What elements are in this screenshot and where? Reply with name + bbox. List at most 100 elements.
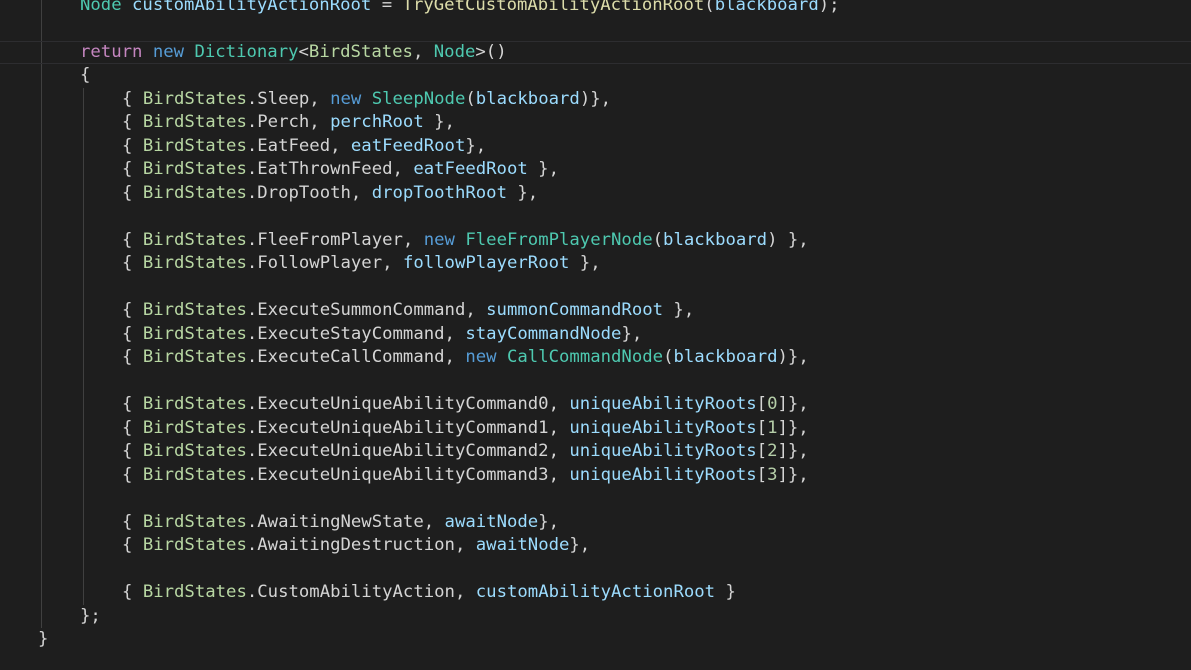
code-line[interactable]: { BirdStates.EatFeed, eatFeedRoot},	[0, 135, 1191, 159]
code-text: { BirdStates.ExecuteUniqueAbilityCommand…	[122, 440, 809, 464]
code-line[interactable]: { BirdStates.ExecuteUniqueAbilityCommand…	[0, 417, 1191, 441]
code-token: {	[122, 441, 143, 461]
code-line[interactable]: { BirdStates.Sleep, new SleepNode(blackb…	[0, 88, 1191, 112]
code-token: );	[818, 0, 840, 15]
code-text: { BirdStates.ExecuteUniqueAbilityCommand…	[122, 393, 809, 417]
code-token: BirdStates	[142, 135, 247, 156]
code-token: [	[756, 417, 768, 438]
code-token: )},	[579, 88, 612, 109]
code-line[interactable]	[0, 205, 1191, 229]
code-token: awaitNode	[444, 511, 539, 532]
code-token: [	[756, 441, 768, 461]
code-editor[interactable]: Node customAbilityActionRoot = TryGetCus…	[0, 0, 1191, 670]
code-line[interactable]: { BirdStates.EatThrownFeed, eatFeedRoot …	[0, 158, 1191, 182]
code-token: FleeFromPlayerNode	[465, 229, 653, 250]
code-line[interactable]: { BirdStates.ExecuteSummonCommand, summo…	[0, 299, 1191, 323]
code-token: [	[756, 394, 768, 414]
code-token: },	[569, 535, 591, 555]
code-token: .FleeFromPlayer,	[246, 229, 424, 250]
code-line[interactable]: { BirdStates.Perch, perchRoot },	[0, 111, 1191, 135]
code-token: TryGetCustomAbilityActionRoot	[402, 0, 705, 15]
code-token: BirdStates	[142, 182, 247, 203]
code-text: { BirdStates.EatThrownFeed, eatFeedRoot …	[122, 158, 559, 182]
code-line[interactable]	[0, 558, 1191, 582]
code-line[interactable]	[0, 487, 1191, 511]
code-line[interactable]: { BirdStates.FleeFromPlayer, new FleeFro…	[0, 229, 1191, 253]
code-token: {	[122, 112, 143, 132]
code-token: .CustomAbilityAction,	[246, 582, 476, 602]
code-text: { BirdStates.AwaitingNewState, awaitNode…	[122, 511, 559, 535]
code-token: .Perch,	[246, 112, 331, 132]
code-text: Node customAbilityActionRoot = TryGetCus…	[80, 0, 840, 17]
code-token: .FollowPlayer,	[246, 253, 403, 273]
code-line[interactable]	[0, 17, 1191, 41]
code-token: (	[663, 347, 674, 367]
code-token: ]},	[777, 417, 809, 438]
code-token: CallCommandNode	[506, 347, 664, 367]
code-token: .ExecuteUniqueAbilityCommand2,	[246, 441, 570, 461]
code-token: new	[152, 41, 185, 62]
code-text: { BirdStates.ExecuteUniqueAbilityCommand…	[122, 417, 809, 441]
code-text: { BirdStates.ExecuteStayCommand, stayCom…	[122, 323, 642, 347]
code-token: 1	[767, 417, 778, 438]
code-token: BirdStates	[142, 394, 247, 414]
code-text: { BirdStates.FollowPlayer, followPlayerR…	[122, 252, 601, 276]
code-token: },	[569, 253, 601, 273]
code-line[interactable]: { BirdStates.ExecuteUniqueAbilityCommand…	[0, 464, 1191, 488]
code-token: SleepNode	[371, 88, 466, 109]
code-token: BirdStates	[142, 300, 247, 320]
code-line[interactable]: { BirdStates.AwaitingDestruction, awaitN…	[0, 534, 1191, 558]
code-line[interactable]: { BirdStates.ExecuteStayCommand, stayCom…	[0, 323, 1191, 347]
code-line[interactable]: { BirdStates.ExecuteCallCommand, new Cal…	[0, 346, 1191, 370]
code-token: customAbilityActionRoot	[132, 0, 372, 15]
code-line[interactable]	[0, 276, 1191, 300]
code-token: (	[465, 88, 476, 109]
code-text: { BirdStates.ExecuteCallCommand, new Cal…	[122, 346, 809, 370]
code-line[interactable]: { BirdStates.ExecuteUniqueAbilityCommand…	[0, 440, 1191, 464]
code-token: },	[663, 300, 695, 320]
code-line[interactable]: { BirdStates.CustomAbilityAction, custom…	[0, 581, 1191, 605]
code-token: BirdStates	[308, 41, 413, 62]
code-token: eatFeedRoot	[350, 135, 466, 156]
code-token: uniqueAbilityRoots	[569, 464, 757, 485]
code-token: blackboard	[663, 229, 768, 250]
code-token: }	[38, 629, 49, 649]
code-token: .Sleep,	[246, 88, 331, 109]
code-line[interactable]: }	[0, 628, 1191, 652]
code-line[interactable]: { BirdStates.FollowPlayer, followPlayerR…	[0, 252, 1191, 276]
code-line[interactable]: {	[0, 64, 1191, 88]
code-token: },	[465, 135, 487, 156]
code-line[interactable]: { BirdStates.DropTooth, dropToothRoot },	[0, 182, 1191, 206]
code-line[interactable]: { BirdStates.AwaitingNewState, awaitNode…	[0, 511, 1191, 535]
code-token: {	[122, 88, 143, 109]
code-token: {	[122, 159, 143, 179]
code-token: {	[122, 182, 143, 203]
code-token: BirdStates	[142, 582, 247, 602]
code-line[interactable]: };	[0, 605, 1191, 629]
code-line[interactable]: return new Dictionary<BirdStates, Node>(…	[0, 40, 1191, 64]
code-token: };	[80, 605, 101, 626]
code-token: BirdStates	[142, 112, 247, 132]
code-token: customAbilityActionRoot	[475, 582, 716, 602]
code-line[interactable]: { BirdStates.ExecuteUniqueAbilityCommand…	[0, 393, 1191, 417]
code-token: ) },	[767, 229, 809, 250]
code-text: { BirdStates.Sleep, new SleepNode(blackb…	[122, 88, 611, 112]
code-token: .ExecuteStayCommand,	[246, 323, 466, 344]
code-token: 2	[767, 441, 778, 461]
code-token: {	[122, 535, 143, 555]
code-token: .EatFeed,	[246, 135, 351, 156]
code-line[interactable]: Node customAbilityActionRoot = TryGetCus…	[0, 0, 1191, 17]
code-token: )},	[777, 347, 809, 367]
code-token: BirdStates	[142, 159, 247, 179]
code-token: =	[371, 0, 403, 15]
code-token: blackboard	[714, 0, 819, 15]
code-token: Node	[80, 0, 122, 15]
code-token: [	[756, 464, 768, 485]
code-token: },	[621, 323, 643, 344]
code-line[interactable]	[0, 370, 1191, 394]
code-token: 3	[767, 464, 778, 485]
code-token: .ExecuteUniqueAbilityCommand0,	[246, 394, 570, 414]
code-token: BirdStates	[142, 229, 247, 250]
